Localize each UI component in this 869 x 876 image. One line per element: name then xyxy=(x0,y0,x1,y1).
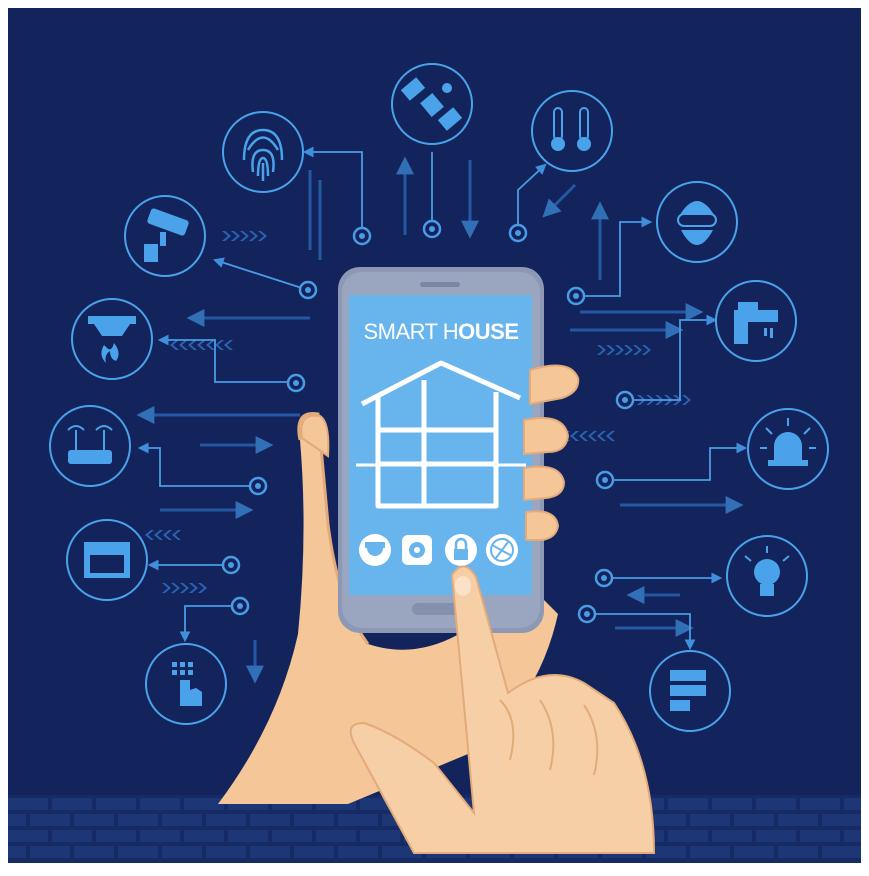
smartphone: SMART HOUSE xyxy=(338,267,544,633)
brick xyxy=(8,830,48,842)
brick xyxy=(206,814,246,826)
brick xyxy=(690,814,730,826)
brick xyxy=(800,830,840,842)
brick xyxy=(294,846,334,858)
network-app-icon[interactable] xyxy=(486,534,518,566)
brick xyxy=(668,798,708,810)
brick xyxy=(338,814,378,826)
brick xyxy=(140,830,180,842)
brick xyxy=(74,846,114,858)
lock-app-icon[interactable] xyxy=(445,534,477,566)
brick xyxy=(822,814,861,826)
brick xyxy=(338,846,378,858)
brick xyxy=(162,814,202,826)
brick xyxy=(206,846,246,858)
brick xyxy=(360,830,400,842)
brick xyxy=(96,830,136,842)
app-title: SMART HOUSE xyxy=(363,319,518,344)
brick xyxy=(162,846,202,858)
brick xyxy=(250,814,290,826)
brick xyxy=(734,814,774,826)
brick xyxy=(184,830,224,842)
brick xyxy=(712,798,752,810)
brick xyxy=(294,814,334,826)
brick xyxy=(844,830,861,842)
brick xyxy=(30,814,70,826)
brick xyxy=(844,798,861,810)
brick xyxy=(756,798,796,810)
brick xyxy=(778,814,818,826)
brick xyxy=(8,814,26,826)
brick xyxy=(140,798,180,810)
brick xyxy=(756,830,796,842)
brick xyxy=(712,830,752,842)
brick xyxy=(822,846,861,858)
settings-app-icon[interactable] xyxy=(402,535,432,565)
brick xyxy=(250,846,290,858)
brick xyxy=(228,830,268,842)
brick xyxy=(778,846,818,858)
brick xyxy=(734,846,774,858)
brick xyxy=(8,846,26,858)
brick xyxy=(52,830,92,842)
brick xyxy=(118,846,158,858)
brick xyxy=(30,846,70,858)
brick xyxy=(272,830,312,842)
brick xyxy=(690,846,730,858)
smart-house-illustration: SMART HOUSE xyxy=(0,0,869,871)
brick xyxy=(52,798,92,810)
brick xyxy=(118,814,158,826)
camera-app-icon[interactable] xyxy=(359,534,391,566)
brick xyxy=(8,798,48,810)
brick xyxy=(96,798,136,810)
brick xyxy=(668,830,708,842)
brick xyxy=(800,798,840,810)
brick xyxy=(316,830,356,842)
brick xyxy=(74,814,114,826)
